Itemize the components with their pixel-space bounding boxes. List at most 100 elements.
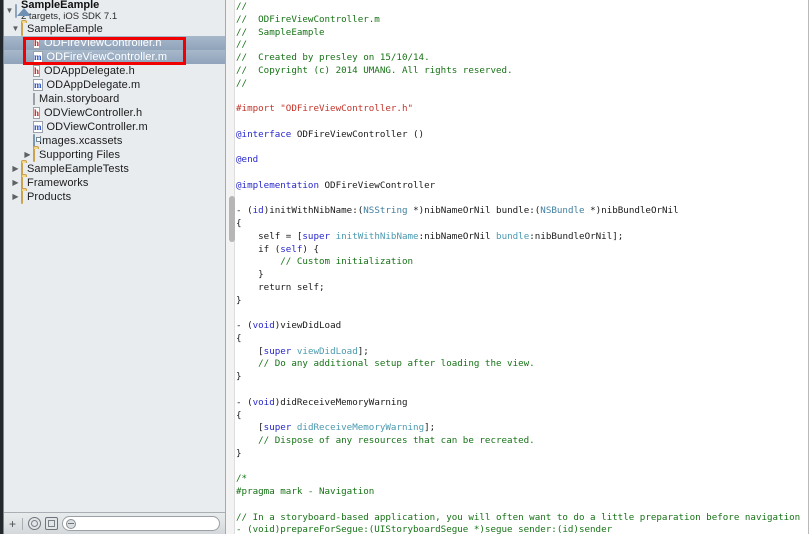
code-token: )didReceiveMemoryWarning (274, 396, 408, 408)
code-token: if ( (236, 243, 281, 255)
disclosure-triangle-icon[interactable]: ▼ (10, 22, 21, 36)
tree-row-odfireviewcontroller-m[interactable]: ▶mODFireViewController.m (4, 50, 225, 64)
header-file-icon: h (33, 37, 41, 49)
source-editor[interactable]: //// ODFireViewController.m// SampleEamp… (226, 0, 809, 534)
code-token: #import (236, 103, 281, 115)
code-line: { (236, 410, 809, 423)
tree-row-label: Images.xcassets (39, 135, 123, 147)
code-token: NSBundle (540, 205, 585, 217)
editor-vertical-scrollbar[interactable] (227, 0, 235, 534)
code-token: ODFireViewController (318, 179, 436, 191)
code-line: #import "ODFireViewController.h" (236, 103, 809, 116)
disclosure-triangle-icon[interactable]: ▶ (10, 190, 21, 204)
tree-row-label: ODAppDelegate.h (44, 65, 135, 77)
tree-row-supporting-files[interactable]: ▶ Supporting Files (4, 148, 225, 162)
tree-row-label: ODFireViewController.h (44, 37, 162, 49)
code-token: #pragma mark - Navigation (236, 486, 375, 498)
filter-input[interactable] (62, 516, 220, 531)
project-name: SampleEample (21, 0, 100, 11)
code-token: // Custom initialization (280, 256, 414, 268)
project-root-text: SampleEample 2 targets, iOS SDK 7.1 (21, 0, 117, 22)
tree-row-odviewcontroller-m[interactable]: ▶mODViewController.m (4, 120, 225, 134)
folder-icon (21, 22, 23, 36)
code-token: ODFireViewController () (291, 128, 425, 140)
code-line: // Copyright (c) 2014 UMANG. All rights … (236, 65, 809, 78)
code-token: // (236, 77, 248, 89)
code-line: @end (236, 154, 809, 167)
disclosure-triangle-icon[interactable]: ▼ (4, 4, 15, 18)
code-token: { (236, 218, 242, 230)
code-line: - (void)didReceiveMemoryWarning (236, 397, 809, 410)
code-token: void (252, 396, 275, 408)
disclosure-triangle-icon[interactable]: ▶ (10, 162, 21, 176)
code-line: // ODFireViewController.m (236, 14, 809, 27)
clock-filter-icon[interactable] (28, 517, 42, 530)
add-button[interactable]: + (9, 518, 16, 530)
code-text-area[interactable]: //// ODFireViewController.m// SampleEamp… (236, 0, 809, 534)
code-line: { (236, 333, 809, 346)
code-token: *)nibBundleOrNil (584, 205, 679, 217)
code-token: id (252, 205, 264, 217)
code-token: super (302, 230, 331, 242)
tree-row-sampleeampletests[interactable]: ▶ SampleEampleTests (4, 162, 225, 176)
code-line: } (236, 448, 809, 461)
code-token: "ODFireViewController.h" (280, 103, 414, 115)
toolbar-separator (22, 517, 24, 530)
code-line: /* (236, 473, 809, 486)
tree-row-project[interactable]: ▼ SampleEample 2 targets, iOS SDK 7.1 (4, 0, 225, 22)
code-line: @interface ODFireViewController () (236, 129, 809, 142)
code-token: void (252, 320, 275, 332)
navigator-bottom-bar: + (4, 512, 225, 534)
disclosure-spacer: ▶ (22, 134, 33, 148)
disclosure-spacer: ▶ (22, 78, 33, 92)
code-line: // Do any additional setup after loading… (236, 358, 809, 371)
code-line: // (236, 78, 809, 91)
tree-row-products[interactable]: ▶ Products (4, 190, 225, 204)
source-file-icon: m (33, 79, 43, 91)
tree-row-label: SampleEample (27, 23, 103, 35)
tree-row-label: Frameworks (27, 177, 89, 189)
filter-remove-icon[interactable] (66, 518, 77, 529)
code-token: *)nibNameOrNil bundle:( (407, 205, 541, 217)
scrollbar-thumb[interactable] (229, 196, 235, 242)
code-line: // (236, 1, 809, 14)
project-tree[interactable]: ▼ SampleEample 2 targets, iOS SDK 7.1 ▼ S… (4, 0, 225, 512)
disclosure-spacer: ▶ (22, 64, 33, 78)
code-token: - ( (236, 396, 253, 408)
tree-row-sampleeample[interactable]: ▼ SampleEample (4, 22, 225, 36)
tree-row-label: ODViewController.h (44, 107, 143, 119)
disclosure-triangle-icon[interactable]: ▶ (10, 176, 21, 190)
tree-row-label: Supporting Files (39, 149, 121, 161)
code-line: [super viewDidLoad]; (236, 346, 809, 359)
code-token: - ( (236, 320, 253, 332)
code-line: - (id)initWithNibName:(NSString *)nibNam… (236, 205, 809, 218)
tree-row-odappdelegate-h[interactable]: ▶hODAppDelegate.h (4, 64, 225, 78)
tree-row-odviewcontroller-h[interactable]: ▶hODViewController.h (4, 106, 225, 120)
tree-row-frameworks[interactable]: ▶ Frameworks (4, 176, 225, 190)
tree-row-odappdelegate-m[interactable]: ▶mODAppDelegate.m (4, 78, 225, 92)
code-line: // Created by presley on 15/10/14. (236, 52, 809, 65)
tree-row-odfireviewcontroller-h[interactable]: ▶hODFireViewController.h (4, 36, 225, 50)
code-token: // (236, 39, 248, 51)
code-line: // Custom initialization (236, 256, 809, 269)
editor-gutter (226, 0, 235, 534)
disclosure-spacer: ▶ (22, 36, 33, 50)
header-file-icon: h (33, 107, 41, 119)
code-token: @interface (236, 128, 292, 140)
folder-icon (33, 148, 35, 162)
code-token: self (280, 243, 303, 255)
code-token: // Do any additional setup after loading… (258, 358, 535, 370)
disclosure-spacer: ▶ (22, 50, 33, 64)
tree-row-main-storyboard[interactable]: ▶ Main.storyboard (4, 92, 225, 106)
source-control-filter-icon[interactable] (45, 517, 59, 530)
tree-row-label: ODViewController.m (46, 121, 148, 133)
code-token: :nibBundleOrNil]; (529, 230, 624, 242)
